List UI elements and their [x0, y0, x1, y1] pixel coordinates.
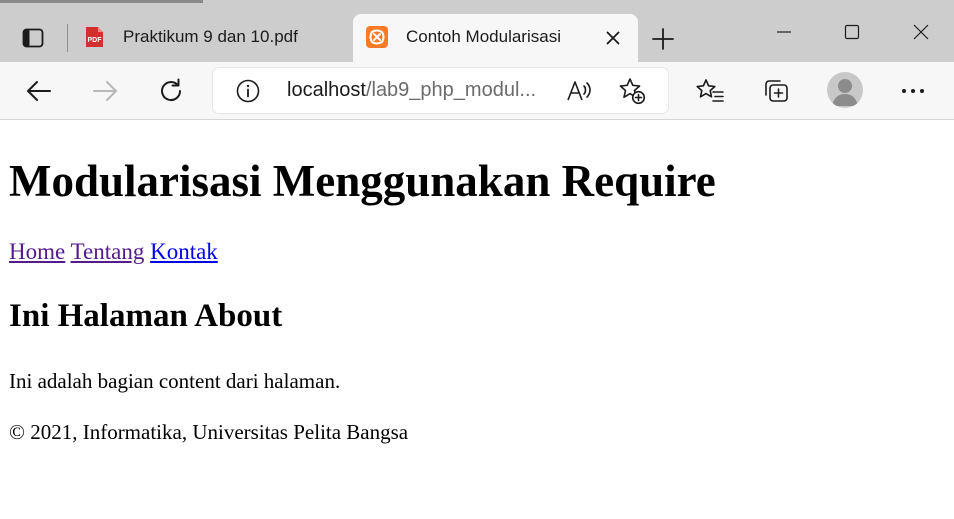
read-aloud-button[interactable] [566, 77, 594, 105]
tab-separator [67, 24, 68, 52]
maximize-button[interactable] [832, 12, 872, 52]
nav-link-kontak[interactable]: Kontak [150, 239, 218, 264]
read-aloud-icon [567, 81, 591, 101]
arrow-right-icon [93, 81, 117, 101]
refresh-icon [161, 78, 182, 101]
tab-strip-accent-line [0, 0, 203, 3]
info-icon [236, 79, 260, 103]
refresh-button[interactable] [152, 72, 190, 110]
nav-link-tentang[interactable]: Tentang [71, 239, 145, 264]
tab-pdf[interactable]: PDF Praktikum 9 dan 10.pdf [70, 14, 346, 62]
pdf-icon: PDF [83, 26, 105, 48]
url-path: /lab9_php_modul... [365, 79, 537, 101]
close-icon [606, 31, 620, 45]
content-paragraph: Ini adalah bagian content dari halaman. [9, 369, 341, 393]
maximize-icon [844, 24, 860, 40]
plus-icon [652, 28, 674, 50]
tab-title: Praktikum 9 dan 10.pdf [123, 27, 298, 46]
browser-toolbar: localhost/lab9_php_modul... [0, 62, 954, 120]
collections-button[interactable] [758, 72, 796, 110]
favorites-button[interactable] [691, 72, 729, 110]
minimize-icon [777, 31, 791, 33]
footer-text: © 2021, Informatika, Universitas Pelita … [9, 420, 409, 444]
profile-avatar[interactable] [827, 72, 863, 108]
new-tab-button[interactable] [646, 22, 680, 56]
collections-icon [765, 80, 788, 102]
tab-strip: PDF Praktikum 9 dan 10.pdf Contoh Modula… [0, 0, 954, 62]
back-button[interactable] [20, 72, 58, 110]
svg-text:PDF: PDF [88, 37, 103, 44]
add-favorite-button[interactable] [618, 77, 646, 105]
close-tab-button[interactable] [601, 26, 625, 50]
favorites-icon [696, 79, 724, 102]
forward-button[interactable] [86, 72, 124, 110]
more-icon [902, 89, 924, 93]
page-nav: Home Tentang Kontak [9, 239, 218, 265]
tab-actions-menu-button[interactable] [14, 20, 52, 56]
page-title: Modularisasi Menggunakan Require [9, 156, 716, 206]
user-icon [832, 79, 858, 106]
url-host: localhost [287, 79, 366, 101]
section-heading: Ini Halaman About [9, 298, 283, 334]
nav-link-home[interactable]: Home [9, 239, 65, 264]
star-add-icon [619, 78, 646, 105]
tab-actions-icon [22, 28, 44, 48]
url-text[interactable]: localhost/lab9_php_modul... [287, 79, 536, 102]
close-window-button[interactable] [901, 12, 941, 52]
tab-active[interactable]: Contoh Modularisasi [353, 14, 638, 62]
tab-title: Contoh Modularisasi [406, 27, 561, 46]
site-info-button[interactable] [235, 78, 261, 104]
minimize-button[interactable] [764, 12, 804, 52]
address-bar[interactable]: localhost/lab9_php_modul... [213, 68, 668, 113]
settings-more-button[interactable] [894, 72, 932, 110]
close-icon [913, 24, 929, 40]
xampp-icon [366, 26, 388, 48]
arrow-left-icon [27, 81, 51, 101]
